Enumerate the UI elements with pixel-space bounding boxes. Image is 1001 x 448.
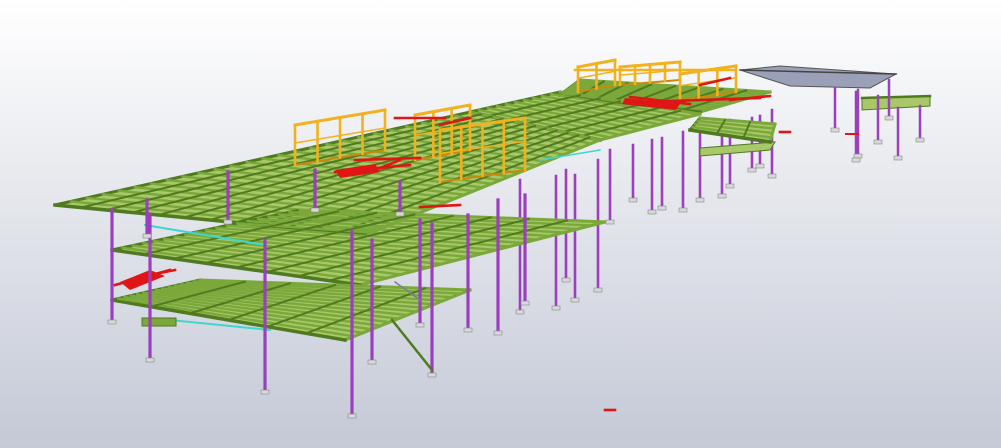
base-plate[interactable] — [605, 219, 615, 225]
base-plate[interactable] — [223, 219, 233, 225]
base-plate[interactable] — [593, 287, 603, 293]
base-plate[interactable] — [395, 211, 405, 217]
base-plate[interactable] — [853, 153, 863, 159]
base-plate[interactable] — [347, 413, 357, 419]
base-plate[interactable] — [367, 359, 377, 365]
model-canvas[interactable] — [0, 0, 1001, 448]
base-plate[interactable] — [717, 193, 727, 199]
base-plate[interactable] — [873, 139, 883, 145]
base-plate[interactable] — [893, 155, 903, 161]
base-plate[interactable] — [561, 277, 571, 283]
base-plate[interactable] — [767, 173, 777, 179]
base-plate[interactable] — [570, 297, 580, 303]
base-plate[interactable] — [107, 319, 117, 325]
base-plate[interactable] — [915, 137, 925, 143]
base-plate[interactable] — [515, 309, 525, 315]
base-plate[interactable] — [145, 357, 155, 363]
ground-plate[interactable] — [141, 317, 177, 327]
base-plate[interactable] — [493, 330, 503, 336]
base-plate[interactable] — [647, 209, 657, 215]
base-plate[interactable] — [551, 305, 561, 311]
base-plate[interactable] — [725, 183, 735, 189]
base-plate[interactable] — [755, 163, 765, 169]
base-plate[interactable] — [260, 389, 270, 395]
base-plate[interactable] — [415, 322, 425, 328]
base-plate[interactable] — [628, 197, 638, 203]
base-plate[interactable] — [830, 127, 840, 133]
base-plate[interactable] — [142, 233, 152, 239]
base-plate[interactable] — [310, 207, 320, 213]
base-plate[interactable] — [427, 372, 437, 378]
base-plate[interactable] — [747, 167, 757, 173]
base-plate[interactable] — [463, 327, 473, 333]
base-plate[interactable] — [884, 115, 894, 121]
base-plate[interactable] — [678, 207, 688, 213]
base-plate[interactable] — [520, 300, 530, 306]
model-viewport[interactable] — [0, 0, 1001, 448]
base-plate[interactable] — [695, 197, 705, 203]
base-plate[interactable] — [657, 205, 667, 211]
base-plate[interactable] — [851, 157, 861, 163]
